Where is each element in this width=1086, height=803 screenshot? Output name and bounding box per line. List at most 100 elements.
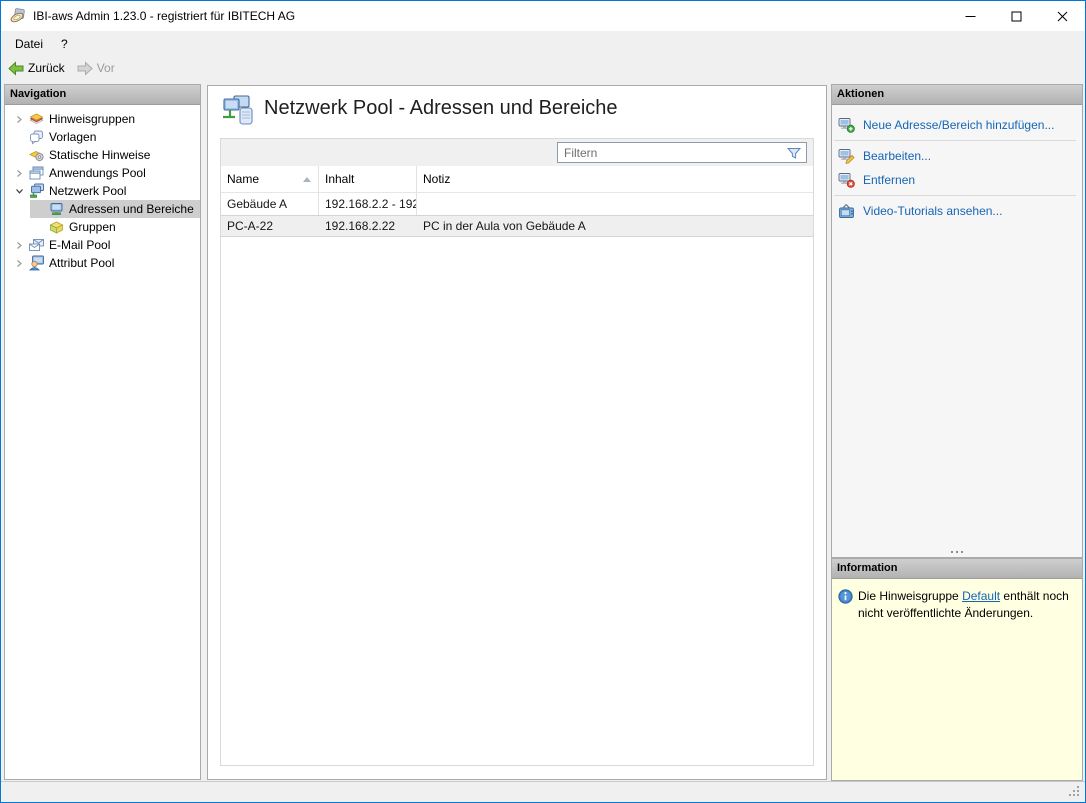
tree-item-vorlagen[interactable]: Vorlagen	[5, 128, 200, 146]
filter-box	[557, 142, 807, 163]
sort-ascending-icon	[303, 177, 311, 182]
tree-item-attribut-pool[interactable]: Attribut Pool	[5, 254, 200, 272]
cell-inhalt: 192.168.2.22	[319, 216, 417, 236]
cell-notiz: PC in der Aula von Gebäude A	[417, 216, 813, 236]
tree-label: Statische Hinweise	[49, 148, 150, 162]
edit-label: Bearbeiten...	[863, 149, 931, 163]
back-button[interactable]: Zurück	[3, 59, 70, 78]
menu-help[interactable]: ?	[52, 33, 77, 55]
column-label: Inhalt	[325, 172, 354, 186]
groups-icon	[48, 219, 65, 235]
chevron-right-icon[interactable]	[10, 241, 28, 250]
tree-item-hinweisgruppen[interactable]: Hinweisgruppen	[5, 110, 200, 128]
navigation-header: Navigation	[5, 85, 200, 105]
cell-name: PC-A-22	[221, 216, 319, 236]
remove-link[interactable]: Entfernen	[832, 168, 1082, 192]
default-group-link[interactable]: Default	[962, 589, 1000, 603]
app-window: IBI-aws Admin 1.23.0 - registriert für I…	[0, 0, 1086, 803]
page-title: Netzwerk Pool - Adressen und Bereiche	[264, 97, 618, 120]
tree-label: Adressen und Bereiche	[69, 202, 194, 216]
remove-icon	[838, 172, 855, 188]
filter-input[interactable]	[558, 146, 786, 160]
table-header: Name Inhalt Notiz	[221, 166, 813, 193]
actions-panel: Aktionen Neue Adresse/Bereich hinzufügen…	[831, 84, 1083, 558]
addresses-icon	[48, 201, 65, 217]
notice-groups-icon	[28, 111, 45, 127]
app-icon	[9, 8, 26, 25]
panel-splitter-grip[interactable]	[832, 548, 1082, 556]
filter-row	[221, 139, 813, 166]
maximize-button[interactable]	[993, 1, 1039, 31]
network-pool-page-icon	[221, 94, 257, 128]
table-row[interactable]: PC-A-22 192.168.2.22 PC in der Aula von …	[221, 215, 813, 237]
minimize-icon	[965, 11, 976, 22]
close-button[interactable]	[1039, 1, 1085, 31]
status-bar	[1, 781, 1085, 802]
templates-icon	[28, 129, 45, 145]
actions-header: Aktionen	[832, 85, 1082, 105]
info-text-before: Die Hinweisgruppe	[858, 589, 962, 603]
chevron-right-icon[interactable]	[10, 169, 28, 178]
chevron-down-icon[interactable]	[10, 187, 28, 195]
cell-name: Gebäude A	[221, 193, 319, 215]
actions-separator	[834, 140, 1076, 141]
main-panel: Netzwerk Pool - Adressen und Bereiche Na…	[207, 85, 827, 780]
remove-label: Entfernen	[863, 173, 915, 187]
tree-item-gruppen[interactable]: Gruppen	[5, 218, 200, 236]
close-icon	[1057, 11, 1068, 22]
tree-item-netzwerk-pool[interactable]: Netzwerk Pool	[5, 182, 200, 200]
tool-bar: Zurück Vor	[1, 56, 1085, 80]
network-pool-icon	[28, 183, 45, 199]
menu-datei[interactable]: Datei	[6, 33, 52, 55]
information-panel: Information Die Hinweisgruppe Default en…	[831, 558, 1083, 781]
resize-grip-icon[interactable]	[1068, 785, 1081, 798]
tree-item-anwendungs-pool[interactable]: Anwendungs Pool	[5, 164, 200, 182]
window-controls	[947, 1, 1085, 31]
actions-list: Neue Adresse/Bereich hinzufügen... Bearb…	[832, 105, 1082, 223]
menu-bar: Datei ?	[1, 31, 1085, 56]
filter-funnel-icon[interactable]	[786, 145, 802, 161]
chevron-right-icon[interactable]	[10, 259, 28, 268]
title-bar: IBI-aws Admin 1.23.0 - registriert für I…	[1, 1, 1085, 31]
tree-label: Attribut Pool	[49, 256, 114, 270]
information-message: Die Hinweisgruppe Default enthält noch n…	[858, 588, 1075, 622]
tree-label: Vorlagen	[49, 130, 96, 144]
cell-notiz	[417, 193, 813, 215]
forward-label: Vor	[97, 61, 115, 75]
back-arrow-icon	[8, 61, 24, 76]
tree-label: Hinweisgruppen	[49, 112, 135, 126]
add-address-icon	[838, 117, 855, 133]
main-header: Netzwerk Pool - Adressen und Bereiche	[208, 86, 826, 136]
tree-label: E-Mail Pool	[49, 238, 110, 252]
column-header-notiz[interactable]: Notiz	[417, 166, 813, 192]
column-label: Notiz	[423, 172, 450, 186]
tree-item-adressen-und-bereiche[interactable]: Adressen und Bereiche	[30, 200, 200, 218]
attribute-pool-icon	[28, 255, 45, 271]
window-title: IBI-aws Admin 1.23.0 - registriert für I…	[33, 9, 295, 23]
tree-label: Gruppen	[69, 220, 116, 234]
forward-button[interactable]: Vor	[72, 59, 120, 78]
forward-arrow-icon	[77, 61, 93, 76]
edit-link[interactable]: Bearbeiten...	[832, 144, 1082, 168]
add-address-link[interactable]: Neue Adresse/Bereich hinzufügen...	[832, 113, 1082, 137]
column-header-name[interactable]: Name	[221, 166, 319, 192]
static-notices-icon	[28, 147, 45, 163]
minimize-button[interactable]	[947, 1, 993, 31]
maximize-icon	[1011, 11, 1022, 22]
video-tutorials-link[interactable]: Video-Tutorials ansehen...	[832, 199, 1082, 223]
application-pool-icon	[28, 165, 45, 181]
information-header: Information	[832, 559, 1082, 579]
tree-item-email-pool[interactable]: E-Mail Pool	[5, 236, 200, 254]
video-tutorials-icon	[838, 203, 855, 219]
edit-icon	[838, 148, 855, 164]
chevron-right-icon[interactable]	[10, 115, 28, 124]
column-header-inhalt[interactable]: Inhalt	[319, 166, 417, 192]
actions-separator	[834, 195, 1076, 196]
column-label: Name	[227, 172, 259, 186]
table-row[interactable]: Gebäude A 192.168.2.2 - 192.16...	[221, 193, 813, 215]
tree-item-statische-hinweise[interactable]: Statische Hinweise	[5, 146, 200, 164]
tree-label: Netzwerk Pool	[49, 184, 126, 198]
navigation-tree: Hinweisgruppen Vorlagen	[5, 105, 200, 272]
add-address-label: Neue Adresse/Bereich hinzufügen...	[863, 118, 1054, 132]
address-grid: Name Inhalt Notiz Gebäude A 192.168.2.2 …	[220, 138, 814, 766]
